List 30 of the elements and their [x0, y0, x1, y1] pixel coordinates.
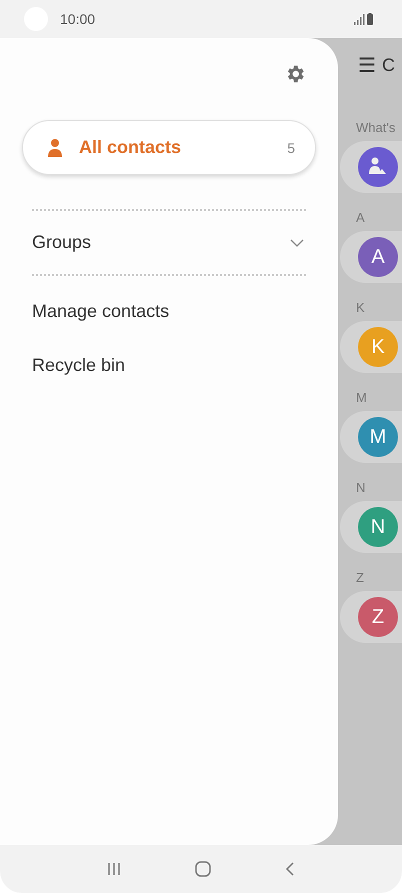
all-contacts-item[interactable]: All contacts 5: [22, 120, 316, 175]
app-title: C: [382, 54, 395, 76]
section-header: N: [355, 478, 366, 496]
recent-apps-icon[interactable]: [106, 861, 122, 877]
contact-card[interactable]: Z: [340, 591, 402, 643]
status-time: 10:00: [60, 11, 96, 27]
back-icon[interactable]: [284, 861, 296, 877]
contact-count: 5: [287, 140, 295, 156]
menu-item[interactable]: Recycle bin: [32, 338, 306, 392]
groups-item[interactable]: Groups: [32, 209, 306, 276]
contact-avatar: N: [358, 507, 398, 547]
person-icon: [47, 138, 63, 158]
section-header: K: [355, 298, 366, 316]
contact-card[interactable]: N: [340, 501, 402, 553]
menu-label: All contacts: [79, 137, 182, 158]
section-header: A: [355, 208, 366, 226]
contact-avatar: M: [358, 417, 398, 457]
chevron-icon: [290, 238, 304, 246]
contact-card[interactable]: M: [340, 411, 402, 463]
contact-avatar: Z: [358, 597, 398, 637]
menu-item[interactable]: Manage contacts: [32, 284, 306, 338]
contact-avatar: A: [358, 237, 398, 277]
menu-icon[interactable]: ☰: [358, 52, 376, 78]
section-header: What's: [355, 118, 396, 136]
contact-card[interactable]: A: [340, 231, 402, 283]
section-header: Z: [355, 568, 365, 586]
home-icon[interactable]: [194, 860, 212, 878]
contact-avatar: K: [358, 327, 398, 367]
signal-battery-icon: [354, 13, 374, 25]
section-header: M: [355, 388, 368, 406]
